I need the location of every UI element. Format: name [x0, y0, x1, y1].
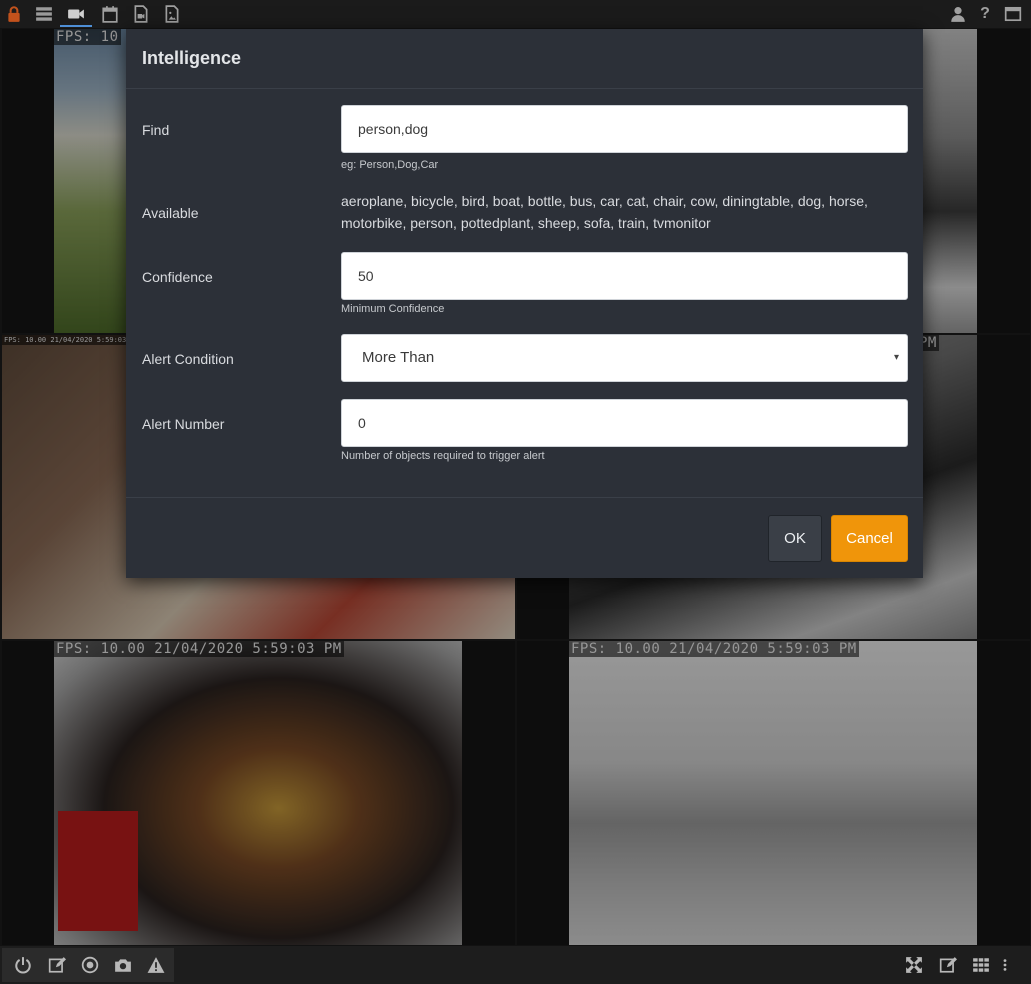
warning-icon[interactable] — [146, 955, 166, 975]
alert-condition-value: More Than — [362, 349, 435, 366]
more-vertical-icon[interactable] — [998, 955, 1012, 975]
confidence-input[interactable]: 50 — [341, 252, 908, 300]
lock-icon[interactable] — [4, 4, 24, 24]
help-icon[interactable]: ? — [975, 4, 995, 24]
power-icon[interactable] — [13, 955, 33, 975]
alert-condition-label: Alert Condition — [142, 351, 234, 367]
available-label: Available — [142, 205, 199, 221]
camera-snapshot-icon[interactable] — [113, 955, 133, 975]
bottom-toolbar — [0, 946, 1031, 984]
find-help-text: eg: Person,Dog,Car — [341, 159, 439, 171]
top-toolbar: ? — [0, 0, 1031, 28]
grid-layout-icon[interactable] — [971, 955, 991, 975]
video-camera-icon[interactable] — [66, 4, 86, 24]
calendar-icon[interactable] — [100, 4, 120, 24]
intelligence-dialog: Intelligence Find person,dog eg: Person,… — [126, 29, 923, 578]
server-list-icon[interactable] — [34, 4, 54, 24]
dialog-header: Intelligence — [126, 29, 923, 89]
confidence-label: Confidence — [142, 269, 213, 285]
dialog-footer: OK Cancel — [126, 497, 923, 578]
record-icon[interactable] — [80, 955, 100, 975]
alert-number-help-text: Number of objects required to trigger al… — [341, 450, 545, 462]
user-icon[interactable] — [948, 4, 968, 24]
image-file-icon[interactable] — [162, 4, 182, 24]
find-label: Find — [142, 122, 170, 138]
confidence-help-text: Minimum Confidence — [341, 303, 445, 315]
alert-number-label: Alert Number — [142, 416, 225, 432]
active-tab-indicator — [60, 25, 92, 27]
recording-file-icon[interactable] — [131, 4, 151, 24]
alert-number-input[interactable]: 0 — [341, 399, 908, 447]
dialog-title: Intelligence — [142, 48, 242, 68]
app-window: ? FPS: 10 FPS: 10.00 21/04/2020 5:59:03 … — [0, 0, 1031, 984]
alert-condition-select[interactable]: More Than ▾ — [341, 334, 908, 382]
edit-layout-icon[interactable] — [938, 955, 958, 975]
window-icon[interactable] — [1003, 4, 1023, 24]
cancel-button[interactable]: Cancel — [831, 515, 908, 562]
fullscreen-icon[interactable] — [904, 955, 924, 975]
dropdown-arrow-icon: ▾ — [893, 352, 899, 363]
ok-button[interactable]: OK — [768, 515, 822, 562]
available-classes-text: aeroplane, bicycle, bird, boat, bottle, … — [341, 193, 868, 231]
find-input[interactable]: person,dog — [341, 105, 908, 153]
edit-icon[interactable] — [47, 955, 67, 975]
